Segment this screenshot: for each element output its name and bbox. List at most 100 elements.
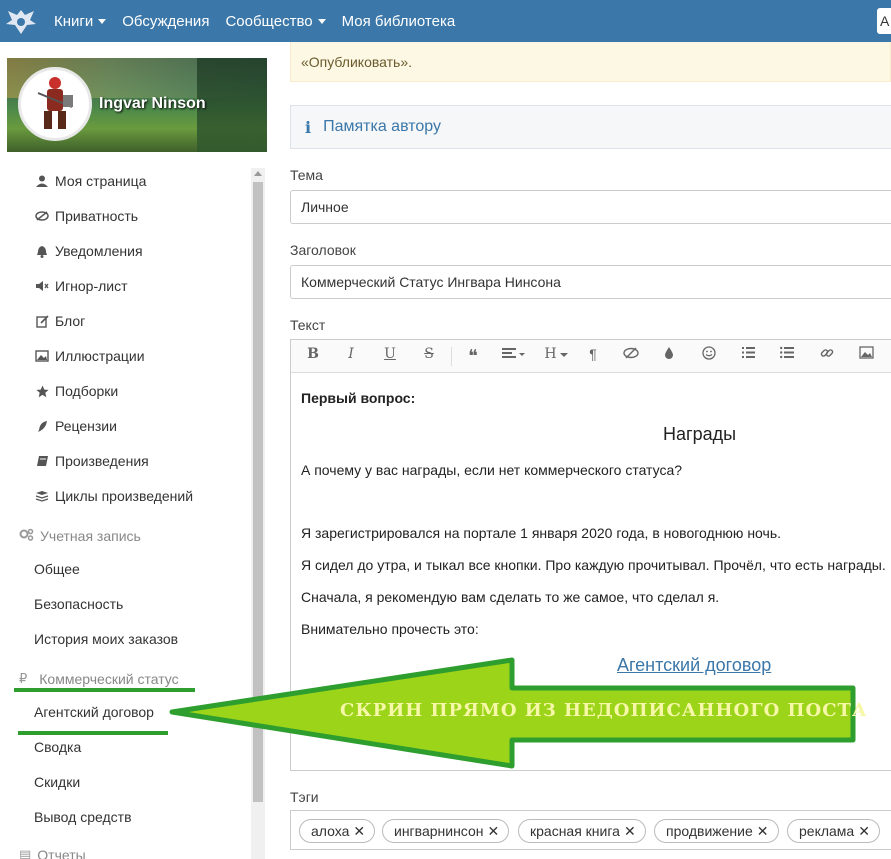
sidebar-item-security[interactable]: Безопасность xyxy=(34,596,123,612)
chart-icon: ▤ xyxy=(19,847,32,859)
close-icon[interactable]: ✕ xyxy=(858,823,870,839)
image-icon xyxy=(858,346,874,359)
scrollbar-thumb[interactable] xyxy=(253,182,263,802)
editor-toolbar: B I U S ❝ H ¶ xyxy=(291,340,891,373)
star-icon xyxy=(34,384,50,398)
sidebar-item-summary[interactable]: Сводка xyxy=(34,739,81,755)
content-line-1: А почему у вас награды, если нет коммерч… xyxy=(301,462,683,478)
paragraph-button[interactable]: ¶ xyxy=(585,346,601,366)
ordered-list-icon xyxy=(742,347,755,358)
site-logo-icon[interactable] xyxy=(0,0,42,42)
ruble-icon: ₽ xyxy=(19,671,28,686)
close-icon[interactable]: ✕ xyxy=(487,823,499,839)
chevron-down-icon xyxy=(98,18,107,24)
tag-chip[interactable]: ингварнинсон ✕ xyxy=(382,819,510,843)
nav-right-button[interactable]: А xyxy=(877,8,891,34)
sidebar-item-reviews[interactable]: Рецензии xyxy=(34,418,117,434)
sidebar-item-works[interactable]: Произведения xyxy=(34,453,149,469)
heading-button[interactable]: H xyxy=(541,346,571,366)
sidebar: Ingvar Ninson Моя страница Приватность У… xyxy=(0,42,276,859)
sidebar-item-ignore-list[interactable]: Игнор-лист xyxy=(34,278,128,294)
image-button[interactable] xyxy=(858,346,874,366)
scroll-up-icon[interactable] xyxy=(254,171,262,176)
italic-button[interactable]: I xyxy=(343,346,359,366)
topic-label: Тема xyxy=(290,167,323,183)
emoji-button[interactable] xyxy=(701,346,717,366)
tag-chip[interactable]: продвижение ✕ xyxy=(654,819,779,843)
link-icon xyxy=(820,349,834,357)
quill-icon xyxy=(34,419,50,433)
book-icon xyxy=(34,454,50,468)
eye-slash-icon xyxy=(623,347,639,359)
gears-icon xyxy=(19,528,34,544)
awards-heading: Награды xyxy=(663,424,737,444)
align-icon xyxy=(502,348,525,358)
info-icon: i xyxy=(305,117,312,137)
edit-icon xyxy=(34,314,50,328)
smile-icon xyxy=(702,346,716,360)
nav-community[interactable]: Сообщество xyxy=(225,13,326,30)
color-button[interactable] xyxy=(662,346,676,366)
content-line-4: Сначала, я рекомендую вам сделать то же … xyxy=(301,589,720,605)
mute-icon xyxy=(34,279,50,293)
title-label: Заголовок xyxy=(290,242,356,258)
author-memo-panel[interactable]: i Памятка автору xyxy=(290,105,891,149)
eye-slash-icon xyxy=(34,209,50,223)
sidebar-section-account: Учетная запись xyxy=(19,528,141,544)
sidebar-item-withdrawal[interactable]: Вывод средств xyxy=(34,809,132,825)
topic-select[interactable]: Личное xyxy=(290,190,891,224)
tag-chip[interactable]: красная книга ✕ xyxy=(518,819,646,843)
sidebar-item-order-history[interactable]: История моих заказов xyxy=(34,631,178,647)
nav-books[interactable]: Книги xyxy=(54,13,107,30)
agency-agreement-link[interactable]: Агентский договор xyxy=(617,655,771,676)
hide-button[interactable] xyxy=(622,346,640,366)
top-navbar: Книги Обсуждения Сообщество Моя библиоте… xyxy=(0,0,891,42)
chevron-down-icon xyxy=(317,18,326,24)
close-icon[interactable]: ✕ xyxy=(353,823,365,839)
sidebar-item-privacy[interactable]: Приватность xyxy=(34,208,138,224)
bold-button[interactable]: B xyxy=(305,346,321,366)
sidebar-item-collections[interactable]: Подборки xyxy=(34,383,118,399)
quote-button[interactable]: ❝ xyxy=(465,346,481,366)
sidebar-item-blog[interactable]: Блог xyxy=(34,313,85,329)
strikethrough-button[interactable]: S xyxy=(421,346,437,366)
underline-button[interactable]: U xyxy=(382,346,398,366)
droplet-icon xyxy=(665,347,673,359)
text-label: Текст xyxy=(290,317,326,333)
avatar[interactable] xyxy=(18,67,92,141)
align-button[interactable] xyxy=(501,346,529,366)
profile-name[interactable]: Ingvar Ninson xyxy=(99,95,206,113)
profile-banner[interactable]: Ingvar Ninson xyxy=(7,58,267,152)
bullet-list-button[interactable] xyxy=(779,346,795,366)
stack-icon xyxy=(34,489,50,503)
sidebar-item-illustrations[interactable]: Иллюстрации xyxy=(34,348,145,364)
chevron-down-icon xyxy=(559,353,568,357)
close-icon[interactable]: ✕ xyxy=(757,823,769,839)
nav-my-library[interactable]: Моя библиотека xyxy=(342,13,456,30)
image-icon xyxy=(34,349,50,363)
close-icon[interactable]: ✕ xyxy=(624,823,636,839)
annotation-text: СКРИН ПРЯМО ИЗ НЕДОПИСАННОГО ПОСТА xyxy=(340,700,868,721)
content-line-5: Внимательно прочесть это: xyxy=(301,621,479,637)
sidebar-item-discounts[interactable]: Скидки xyxy=(34,774,80,790)
content-line-3: Я сидел до утра, и тыкал все кнопки. Про… xyxy=(301,557,886,573)
tags-input[interactable]: алоха ✕ ингварнинсон ✕ красная книга ✕ прод… xyxy=(290,810,891,850)
sidebar-item-agency-agreement[interactable]: Агентский договор xyxy=(34,704,154,720)
bell-icon xyxy=(34,244,50,258)
sidebar-item-my-page[interactable]: Моя страница xyxy=(34,173,146,189)
sidebar-item-series[interactable]: Циклы произведений xyxy=(34,488,193,504)
content-line-2: Я зарегистрировался на портале 1 января … xyxy=(301,525,782,541)
tag-chip[interactable]: алоха ✕ xyxy=(299,819,376,843)
sidebar-item-notifications[interactable]: Уведомления xyxy=(34,243,143,259)
ordered-list-button[interactable] xyxy=(740,346,756,366)
link-button[interactable] xyxy=(819,346,835,366)
nav-discussions[interactable]: Обсуждения xyxy=(122,13,209,30)
sidebar-section-commercial: ₽ Коммерческий статус xyxy=(19,671,179,687)
sidebar-scrollbar[interactable] xyxy=(251,168,265,859)
tag-chip[interactable]: реклама ✕ xyxy=(787,819,880,843)
tags-label: Тэги xyxy=(290,789,319,805)
title-input[interactable]: Коммерческий Статус Ингвара Нинсона xyxy=(290,265,891,299)
notice-alert: «Опубликовать». xyxy=(290,42,891,82)
sidebar-item-general[interactable]: Общее xyxy=(34,561,80,577)
bullet-list-icon xyxy=(780,346,794,359)
